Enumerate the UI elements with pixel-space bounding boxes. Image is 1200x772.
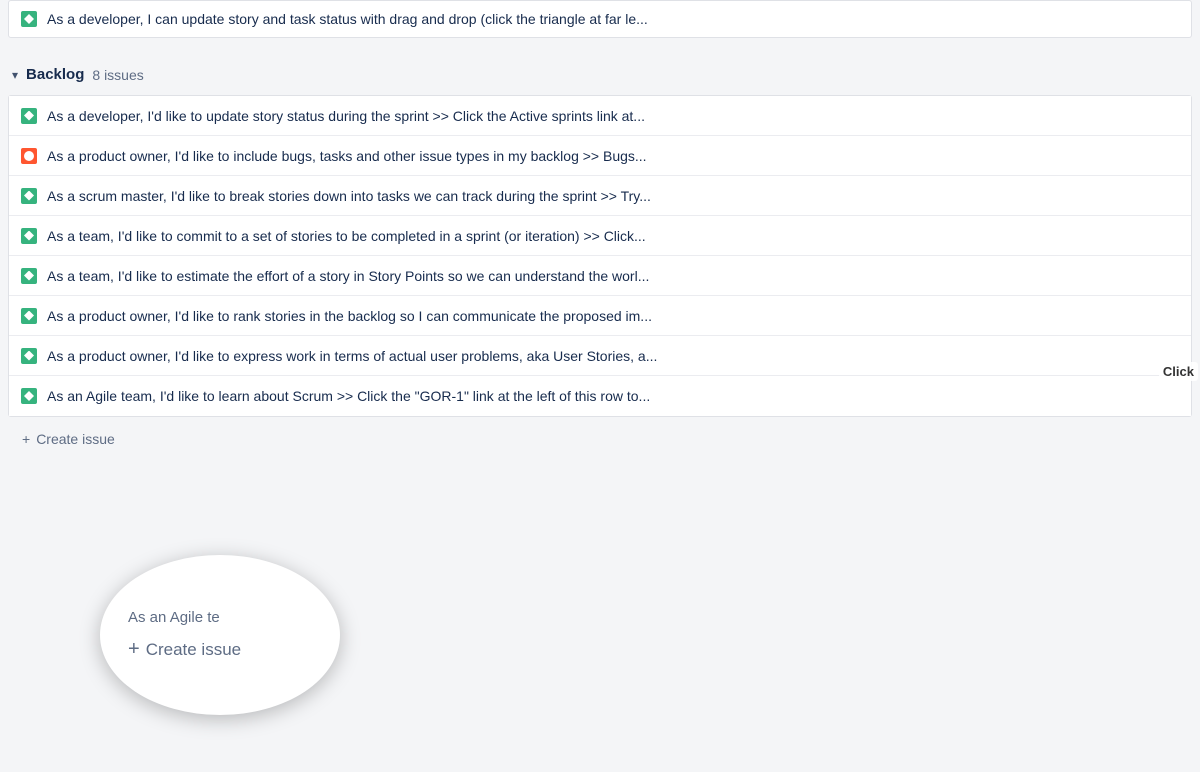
issue-row[interactable]: As a product owner, I'd like to include … (9, 136, 1191, 176)
issue-text: As a team, I'd like to commit to a set o… (47, 228, 1179, 244)
issue-row[interactable]: As a product owner, I'd like to rank sto… (9, 296, 1191, 336)
tooltip-plus-icon: + (128, 638, 140, 661)
top-issue-row[interactable]: As a developer, I can update story and t… (8, 0, 1192, 38)
page-container: As a developer, I can update story and t… (0, 0, 1200, 772)
issue-row[interactable]: As a team, I'd like to estimate the effo… (9, 256, 1191, 296)
issue-row[interactable]: As a scrum master, I'd like to break sto… (9, 176, 1191, 216)
tooltip-prefix-text: As an Agile te (128, 609, 220, 626)
top-issue-text: As a developer, I can update story and t… (47, 11, 1179, 27)
backlog-title: Backlog (26, 66, 84, 83)
create-issue-plus: + (22, 431, 30, 447)
backlog-header: ▾ Backlog 8 issues (0, 46, 1200, 95)
issue-text: As a scrum master, I'd like to break sto… (47, 188, 1179, 204)
create-issue-row[interactable]: + Create issue (8, 421, 1192, 457)
backlog-toggle-icon[interactable]: ▾ (12, 68, 18, 82)
tooltip-create-issue[interactable]: + Create issue (128, 638, 241, 661)
story-type-icon (21, 348, 37, 364)
issue-text: As a product owner, I'd like to include … (47, 148, 1179, 164)
spotlight-popup: As an Agile te + Create issue (100, 555, 340, 715)
issue-row[interactable]: As a product owner, I'd like to express … (9, 336, 1191, 376)
story-icon (21, 11, 37, 27)
story-type-icon (21, 388, 37, 404)
issue-text: As a team, I'd like to estimate the effo… (47, 268, 1179, 284)
issue-list: As a developer, I'd like to update story… (8, 95, 1192, 417)
story-type-icon (21, 108, 37, 124)
story-type-icon (21, 188, 37, 204)
issue-text: As an Agile team, I'd like to learn abou… (47, 388, 1179, 404)
issue-row[interactable]: As a developer, I'd like to update story… (9, 96, 1191, 136)
issue-row[interactable]: As a team, I'd like to commit to a set o… (9, 216, 1191, 256)
story-type-icon (21, 228, 37, 244)
tooltip-create-issue-label: Create issue (146, 640, 241, 660)
story-type-icon (21, 308, 37, 324)
issue-text: As a product owner, I'd like to express … (47, 348, 1179, 364)
create-issue-label: Create issue (36, 431, 115, 447)
issue-row[interactable]: As an Agile team, I'd like to learn abou… (9, 376, 1191, 416)
issue-text: As a developer, I'd like to update story… (47, 108, 1179, 124)
bug-type-icon (21, 148, 37, 164)
story-type-icon (21, 268, 37, 284)
issue-text: As a product owner, I'd like to rank sto… (47, 308, 1179, 324)
backlog-count: 8 issues (92, 67, 143, 83)
click-label: Click (1159, 362, 1198, 381)
